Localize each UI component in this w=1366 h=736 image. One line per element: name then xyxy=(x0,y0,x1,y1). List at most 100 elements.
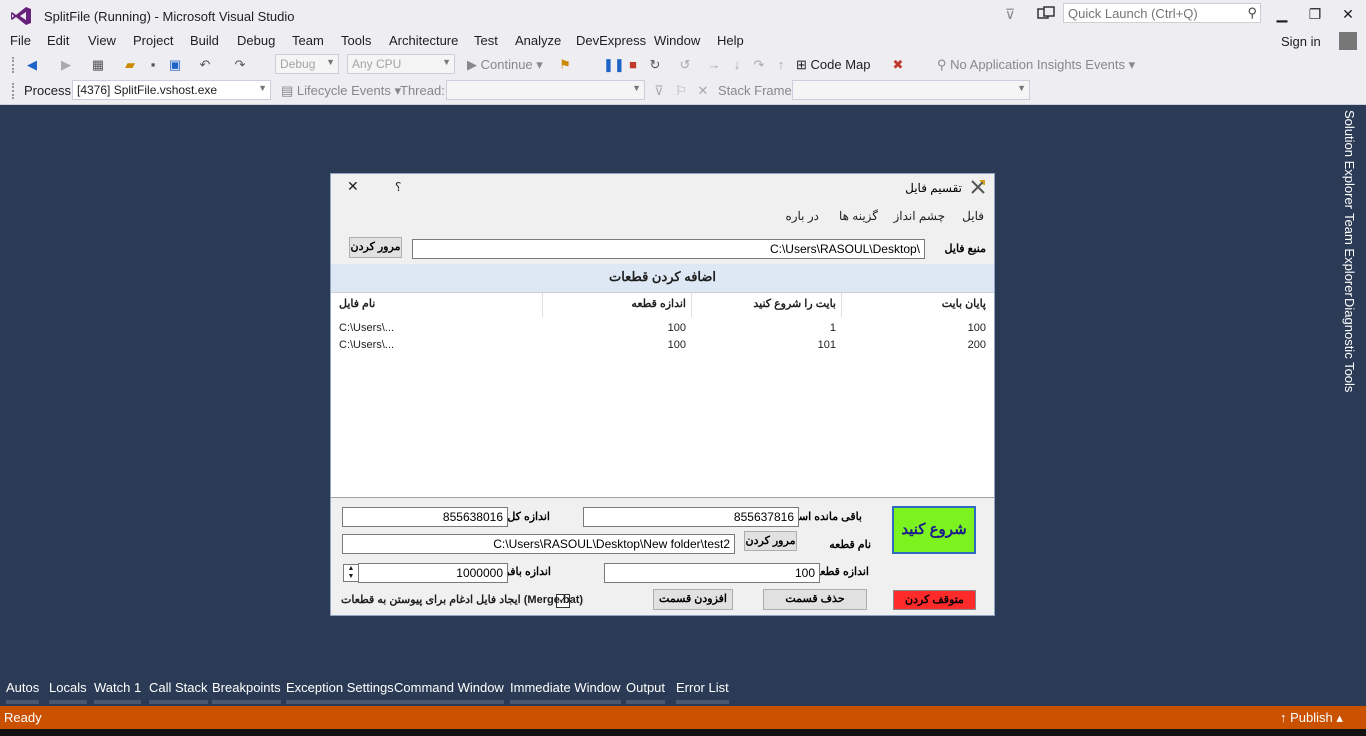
tab-underline xyxy=(212,700,281,704)
process-label: Process: xyxy=(24,83,75,98)
tab-solution-explorer[interactable]: Solution Explorer xyxy=(1342,110,1357,209)
dialog-menu-file[interactable]: فایل xyxy=(962,209,984,223)
menu-help[interactable]: Help xyxy=(717,33,744,48)
start-button[interactable]: شروع کنید xyxy=(892,506,976,554)
insights-label: No Application Insights Events xyxy=(950,57,1126,72)
sign-in-link[interactable]: Sign in xyxy=(1281,34,1321,49)
menu-debug[interactable]: Debug xyxy=(237,33,275,48)
tab-call-stack[interactable]: Call Stack xyxy=(149,680,208,704)
toolbar-grip[interactable] xyxy=(12,83,18,99)
piece-size-input[interactable]: 100 xyxy=(604,563,820,583)
tab-output[interactable]: Output xyxy=(626,680,666,704)
menu-test[interactable]: Test xyxy=(474,33,498,48)
buffer-size-input[interactable]: 1000000 xyxy=(358,563,508,583)
column-end-byte[interactable]: پایان بایت xyxy=(942,297,986,310)
browse-source-button[interactable]: مرور کردن xyxy=(349,237,402,258)
undo-icon[interactable]: ↶ xyxy=(197,57,213,73)
thread-filter-icon[interactable]: ⊽ xyxy=(651,83,667,99)
delete-part-button[interactable]: حذف قسمت xyxy=(763,589,867,610)
tab-diagnostic-tools[interactable]: Diagnostic Tools xyxy=(1342,298,1357,392)
menu-view[interactable]: View xyxy=(88,33,116,48)
dialog-close-icon[interactable]: ✕ xyxy=(347,178,359,195)
tab-breakpoints[interactable]: Breakpoints xyxy=(212,680,281,704)
dialog-menu-about[interactable]: در باره xyxy=(785,209,819,223)
close-button[interactable]: ✕ xyxy=(1336,5,1360,23)
pieces-list[interactable]: پایان بایت بایت را شروع کنید اندازه قطعه… xyxy=(331,292,994,498)
open-file-icon[interactable]: ▰ xyxy=(122,57,138,73)
browse-piece-button[interactable]: مرور کردن xyxy=(744,531,797,551)
source-file-input[interactable]: C:\Users\RASOUL\Desktop\ xyxy=(412,239,925,259)
status-text: Ready xyxy=(4,710,42,725)
toolbar-grip[interactable] xyxy=(12,57,18,73)
dialog-menu-options[interactable]: گزینه ها xyxy=(839,209,878,223)
buffer-spinner[interactable]: ▲ ▼ xyxy=(343,564,359,582)
help-button[interactable]: ؟ xyxy=(395,180,401,194)
feedback-icon[interactable] xyxy=(1037,6,1055,22)
pause-icon[interactable]: ❚❚ xyxy=(603,57,625,73)
quick-launch-box[interactable]: ⚲ xyxy=(1063,3,1261,23)
exceptions-icon[interactable]: ✖ xyxy=(890,57,906,73)
save-icon[interactable]: ▪ xyxy=(145,57,161,73)
process-icon[interactable]: ⚑ xyxy=(557,57,573,73)
redo-icon[interactable]: ↷ xyxy=(232,57,248,73)
save-all-icon[interactable]: ▣ xyxy=(167,57,183,73)
tab-autos[interactable]: Autos xyxy=(6,680,40,704)
menu-edit[interactable]: Edit xyxy=(47,33,69,48)
application-insights-combo[interactable]: ⚲ No Application Insights Events ▾ xyxy=(937,57,1135,73)
restore-button[interactable]: ❐ xyxy=(1303,5,1327,23)
column-file-name[interactable]: نام فایل xyxy=(339,297,375,310)
buffer-size-label: اندازه بافر xyxy=(504,566,551,578)
show-next-statement-icon[interactable]: ↺ xyxy=(677,57,693,73)
step-up-icon[interactable]: ↑ xyxy=(773,57,789,73)
step-over-icon[interactable]: ↓ xyxy=(729,57,745,73)
menu-team[interactable]: Team xyxy=(292,33,324,48)
tab-error-list[interactable]: Error List xyxy=(676,680,729,704)
add-part-button[interactable]: افزودن قسمت xyxy=(653,589,733,610)
tab-command-window[interactable]: Command Window xyxy=(394,680,504,704)
menu-architecture[interactable]: Architecture xyxy=(389,33,458,48)
account-icon[interactable] xyxy=(1339,32,1357,50)
forward-icon[interactable]: ▶ xyxy=(58,57,74,73)
tab-exception-settings[interactable]: Exception Settings xyxy=(286,680,394,704)
menu-file[interactable]: File xyxy=(10,33,31,48)
notification-filter-icon[interactable]: ⊽ xyxy=(1005,6,1021,22)
thread-combo[interactable]: ▼ xyxy=(446,80,645,100)
solution-configuration-combo[interactable]: Debug ▼ xyxy=(275,54,339,74)
new-project-icon[interactable]: ▦ xyxy=(90,57,106,73)
debug-location-toolbar: Process: [4376] SplitFile.vshost.exe ▼ ▤ … xyxy=(0,78,1366,105)
dialog-menu-view[interactable]: چشم انداز xyxy=(893,209,945,223)
step-out-icon[interactable]: ↷ xyxy=(751,57,767,73)
restart-icon[interactable]: ↻ xyxy=(647,57,663,73)
lifecycle-events-button[interactable]: ▤ Lifecycle Events ▾ xyxy=(281,83,401,99)
hide-threads-icon[interactable]: ✕ xyxy=(695,83,711,99)
tab-watch-1[interactable]: Watch 1 xyxy=(94,680,142,704)
search-icon[interactable]: ⚲ xyxy=(1247,5,1257,21)
tab-team-explorer[interactable]: Team Explorer xyxy=(1342,213,1357,297)
menu-build[interactable]: Build xyxy=(190,33,219,48)
code-map-button[interactable]: ⊞ Code Map xyxy=(796,57,871,73)
publish-button[interactable]: ↑ Publish ▴ xyxy=(1280,710,1343,726)
minimize-button[interactable]: ▁ xyxy=(1270,5,1294,23)
stack-frame-combo[interactable]: ▼ xyxy=(792,80,1030,100)
menu-window[interactable]: Window xyxy=(654,33,700,48)
back-icon[interactable]: ◀ xyxy=(24,57,40,73)
tab-immediate-window[interactable]: Immediate Window xyxy=(510,680,621,704)
menu-devexpress[interactable]: DevExpress xyxy=(576,33,646,48)
menu-analyze[interactable]: Analyze xyxy=(515,33,561,48)
tab-underline xyxy=(394,700,504,704)
stop-icon[interactable]: ■ xyxy=(625,57,641,73)
menu-tools[interactable]: Tools xyxy=(341,33,371,48)
continue-button[interactable]: ▶ Continue ▾ xyxy=(467,57,543,73)
quick-launch-input[interactable] xyxy=(1064,4,1242,22)
process-combo[interactable]: [4376] SplitFile.vshost.exe ▼ xyxy=(72,80,271,100)
menu-project[interactable]: Project xyxy=(133,33,173,48)
step-into-icon[interactable]: → xyxy=(706,57,722,73)
column-piece-size[interactable]: اندازه قطعه xyxy=(631,297,686,310)
piece-name-input[interactable]: C:\Users\RASOUL\Desktop\New folder\test2 xyxy=(342,534,735,554)
solution-platform-combo[interactable]: Any CPU ▼ xyxy=(347,54,455,74)
column-start-byte[interactable]: بایت را شروع کنید xyxy=(753,297,836,310)
stop-button[interactable]: متوقف کردن xyxy=(893,590,976,610)
flag-thread-icon[interactable]: ⚐ xyxy=(673,83,689,99)
bottom-tool-window-tabs: Autos Locals Watch 1 Call Stack Breakpoi… xyxy=(0,680,1366,706)
tab-locals[interactable]: Locals xyxy=(49,680,87,704)
